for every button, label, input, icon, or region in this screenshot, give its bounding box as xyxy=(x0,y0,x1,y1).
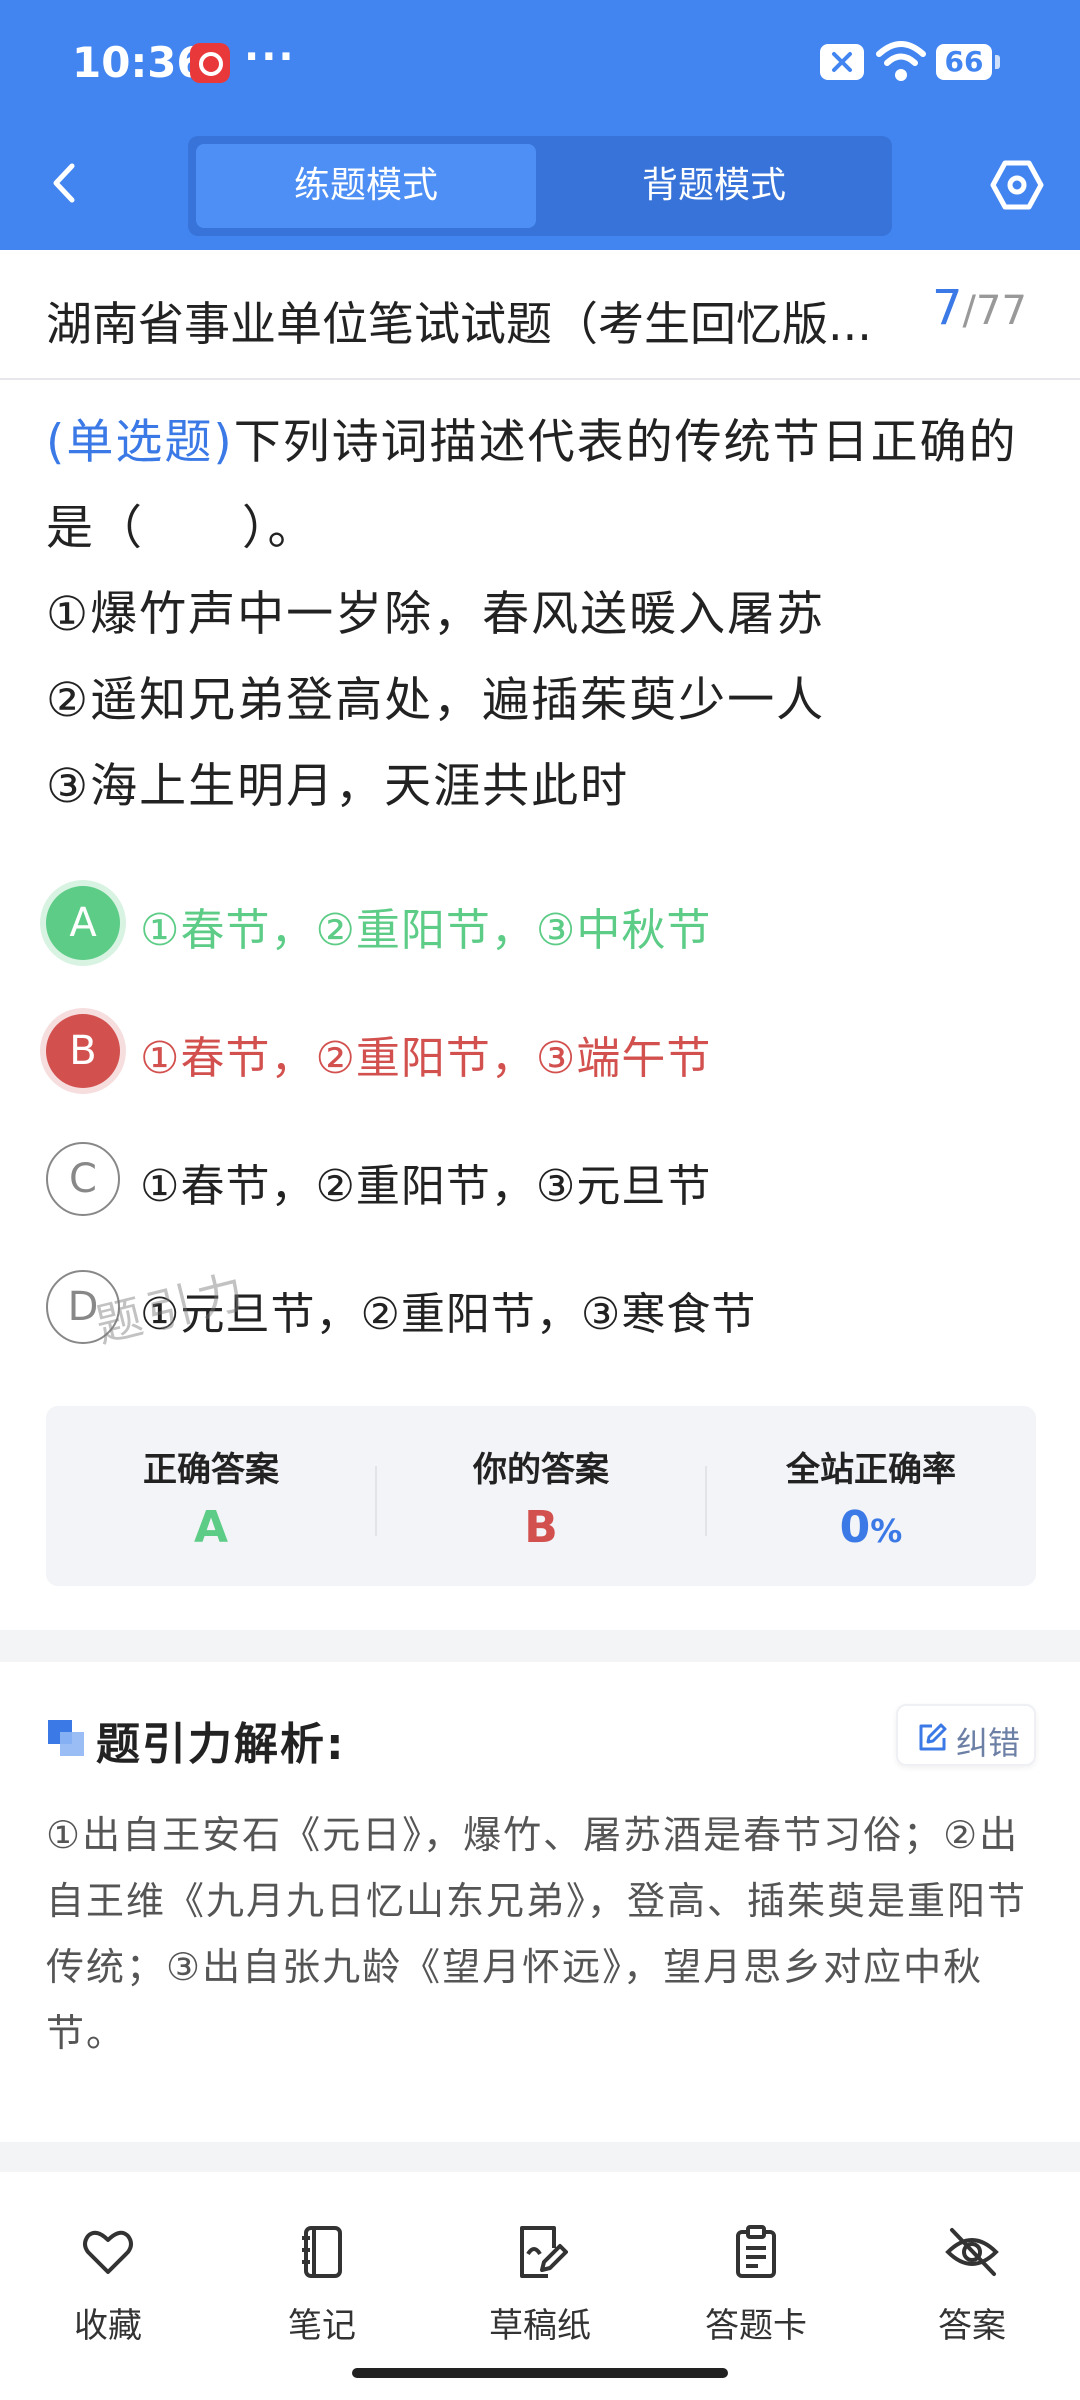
answer-sheet-label: 答题卡 xyxy=(705,2306,807,2346)
your-answer-column: 你的答案 B xyxy=(376,1406,706,1586)
no-sim-icon xyxy=(820,44,864,80)
question-stem-part-2: 是（ ）。 xyxy=(46,501,317,556)
question-progress[interactable]: 7/77 xyxy=(932,280,1027,336)
report-error-label: 纠错 xyxy=(956,1724,1021,1762)
option-c[interactable]: C ①春节，②重阳节，③元旦节 xyxy=(42,1136,1042,1226)
paper-title: 湖南省事业单位笔试试题（考生回忆版... xyxy=(46,297,872,351)
mode-switch: 练题模式 背题模式 xyxy=(188,136,892,236)
wifi-icon xyxy=(876,41,926,81)
accuracy-number: 0 xyxy=(839,1502,871,1553)
progress-separator: / xyxy=(962,288,977,334)
analysis-section: 题引力解析: 纠错 ①出自王安石《元日》，爆竹、屠苏酒是春节习俗；②出自王维《九… xyxy=(0,1662,1080,2142)
poem-line-2: ②遥知兄弟登高处，遍插茱萸少一人 xyxy=(46,673,826,728)
status-time: 10:36 xyxy=(72,38,206,87)
correct-answer-column: 正确答案 A xyxy=(46,1406,376,1586)
your-answer-value: B xyxy=(524,1502,558,1553)
total-question-count: 77 xyxy=(976,288,1027,334)
question-stem: (单选题)下列诗词描述代表的传统节日正确的 是（ ）。 ①爆竹声中一岁除，春风送… xyxy=(46,400,1046,830)
answer-summary: 正确答案 A 你的答案 B 全站正确率 0% xyxy=(46,1406,1036,1586)
music-app-icon xyxy=(190,43,230,83)
option-d[interactable]: D ①元旦节，②重阳节，③寒食节 题引力 xyxy=(42,1263,1042,1354)
answer-sheet-button[interactable]: 答题卡 xyxy=(666,2224,846,2346)
analysis-title: 题引力解析: xyxy=(96,1719,346,1770)
notes-label: 笔记 xyxy=(288,2306,356,2346)
settings-button[interactable] xyxy=(990,158,1044,212)
show-answer-button[interactable]: 答案 xyxy=(882,2224,1062,2346)
favorite-button[interactable]: 收藏 xyxy=(18,2224,198,2346)
analysis-text: ①出自王安石《元日》，爆竹、屠苏酒是春节习俗；②出自王维《九月九日忆山东兄弟》，… xyxy=(46,1813,1028,2055)
poem-line-3: ③海上生明月，天涯共此时 xyxy=(46,759,630,814)
notebook-icon xyxy=(302,2226,342,2278)
answer-sheet-icon xyxy=(736,2225,776,2278)
back-button[interactable] xyxy=(40,158,90,208)
option-b-letter: B xyxy=(46,1014,120,1088)
option-b-text: ①春节，②重阳节，③端午节 xyxy=(140,1033,712,1084)
draft-icon xyxy=(520,2226,568,2278)
edit-icon xyxy=(919,1723,947,1751)
analysis-squares-icon xyxy=(48,1720,84,1756)
correct-answer-label: 正确答案 xyxy=(143,1450,279,1490)
report-error-button[interactable]: 纠错 xyxy=(896,1704,1036,1766)
option-a-letter: A xyxy=(46,886,120,960)
your-answer-label: 你的答案 xyxy=(473,1450,609,1490)
more-notifications-icon: ··· xyxy=(244,34,296,80)
correct-answer-value: A xyxy=(193,1502,229,1553)
option-a-text: ①春节，②重阳节，③中秋节 xyxy=(140,905,712,956)
app-header: 10:36 ··· 66 练题模式 背题模式 xyxy=(0,0,1080,250)
tab-memorize-mode[interactable]: 背题模式 xyxy=(544,144,884,228)
tab-practice-mode[interactable]: 练题模式 xyxy=(196,144,536,228)
paper-title-row: 湖南省事业单位笔试试题（考生回忆版... 7/77 xyxy=(0,250,1080,380)
option-c-letter: C xyxy=(46,1142,120,1216)
eye-off-icon xyxy=(945,2228,999,2276)
show-answer-label: 答案 xyxy=(938,2306,1006,2346)
chevron-left-icon xyxy=(53,163,75,203)
home-indicator[interactable] xyxy=(352,2368,728,2378)
draft-paper-button[interactable]: 草稿纸 xyxy=(450,2224,630,2346)
favorite-label: 收藏 xyxy=(74,2306,142,2346)
option-a[interactable]: A ①春节，②重阳节，③中秋节 xyxy=(42,880,1042,970)
draft-paper-label: 草稿纸 xyxy=(489,2306,591,2346)
option-b[interactable]: B ①春节，②重阳节，③端午节 xyxy=(42,1008,1042,1098)
bottom-toolbar: 收藏 笔记 草稿纸 答题卡 答案 xyxy=(0,2172,1080,2400)
accuracy-label: 全站正确率 xyxy=(786,1450,956,1490)
heart-icon xyxy=(83,2230,133,2274)
notes-button[interactable]: 笔记 xyxy=(232,2224,412,2346)
question-type-label: (单选题) xyxy=(46,415,234,470)
question-stem-part-1: 下列诗词描述代表的传统节日正确的 xyxy=(233,415,1018,470)
current-question-number: 7 xyxy=(932,280,963,336)
poem-line-1: ①爆竹声中一岁除，春风送暖入屠苏 xyxy=(46,587,826,642)
question-card: 湖南省事业单位笔试试题（考生回忆版... 7/77 (单选题)下列诗词描述代表的… xyxy=(0,250,1080,1630)
accuracy-unit: % xyxy=(870,1512,903,1550)
hexagon-settings-icon xyxy=(990,160,1044,210)
accuracy-value: 0% xyxy=(706,1502,1036,1553)
option-c-text: ①春节，②重阳节，③元旦节 xyxy=(140,1161,712,1212)
status-bar: 10:36 ··· 66 xyxy=(0,0,1080,130)
battery-icon: 66 xyxy=(936,44,1000,80)
accuracy-column: 全站正确率 0% xyxy=(706,1406,1036,1586)
